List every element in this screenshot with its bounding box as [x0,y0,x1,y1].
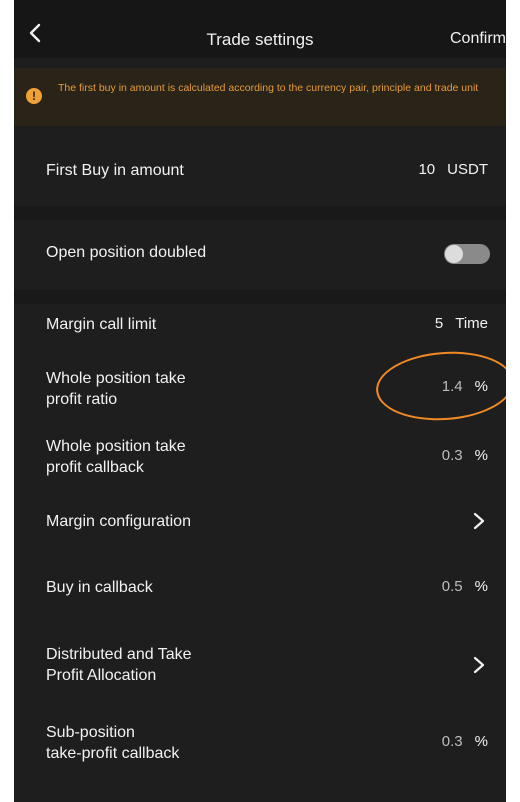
exclamation-icon: ! [26,88,42,104]
margin-configuration-label: Margin configuration [46,513,191,530]
whole-tp-callback-label: Whole position take profit callback [46,436,186,478]
whole-tp-callback-amount: 0.3 [441,447,463,464]
first-buy-value[interactable]: 10 USDT [418,161,488,178]
distributed-tp-label: Distributed and Take Profit Allocation [46,644,192,686]
header-bar: Trade settings Confirm [14,0,506,58]
sub-position-value[interactable]: 0.3% [442,733,488,750]
sub-position-label: Sub-position take-profit callback [46,722,179,764]
buy-in-callback-amount: 0.5 [441,578,463,595]
open-position-doubled-label: Open position doubled [46,244,207,261]
buy-in-callback-label: Buy in callback [46,579,153,596]
notice-banner: ! The first buy in amount is calculated … [14,68,506,126]
distributed-tp-label-line1: Distributed and Take [46,646,192,663]
notice-text: The first buy in amount is calculated ac… [58,82,479,94]
first-buy-unit: USDT [447,161,488,178]
whole-tp-ratio-label: Whole position take profit ratio [46,368,186,410]
whole-tp-callback-unit: % [474,447,488,464]
section-divider [14,206,506,220]
sub-position-label-line1: Sub-position [46,724,135,741]
margin-call-limit-value[interactable]: 5 Time [435,315,488,332]
whole-tp-callback-value[interactable]: 0.3% [442,447,488,464]
whole-tp-ratio-label-line1: Whole position take [46,370,186,387]
sub-position-unit: % [474,733,488,750]
whole-tp-ratio-row[interactable]: Whole position take profit ratio 1.4% [14,362,506,410]
buy-in-callback-unit: % [474,578,488,595]
trade-settings-screen: Trade settings Confirm ! The first buy i… [14,0,506,802]
confirm-button[interactable]: Confirm [450,30,506,48]
margin-call-limit-unit: Time [455,315,488,332]
whole-tp-callback-label-line1: Whole position take [46,438,186,455]
page-title: Trade settings [206,30,314,49]
toggle-knob [445,245,463,263]
chevron-right-icon [473,656,485,674]
whole-tp-ratio-amount: 1.4 [441,378,463,395]
whole-tp-callback-row[interactable]: Whole position take profit callback 0.3% [14,430,506,478]
margin-call-limit-amount: 5 [434,315,444,332]
buy-in-callback-value[interactable]: 0.5% [442,578,488,595]
distributed-tp-label-line2: Profit Allocation [46,667,157,684]
margin-configuration-row[interactable]: Margin configuration [14,498,506,546]
whole-tp-ratio-value[interactable]: 1.4% [442,378,488,395]
whole-tp-ratio-unit: % [474,378,488,395]
sub-position-row[interactable]: Sub-position take-profit callback 0.3% [14,720,506,768]
distributed-tp-row[interactable]: Distributed and Take Profit Allocation [14,640,506,688]
sub-position-label-line2: take-profit callback [46,745,180,762]
whole-tp-ratio-label-line2: profit ratio [46,391,118,408]
margin-call-limit-label: Margin call limit [46,316,157,333]
margin-call-limit-row[interactable]: Margin call limit 5 Time [14,304,506,348]
open-position-doubled-toggle[interactable] [444,244,490,264]
first-buy-row[interactable]: First Buy in amount 10 USDT [14,136,506,206]
section-divider [14,290,506,304]
sub-position-amount: 0.3 [441,733,463,750]
first-buy-amount: 10 [418,161,436,178]
whole-tp-callback-label-line2: profit callback [46,459,144,476]
chevron-right-icon [473,512,485,530]
buy-in-callback-row[interactable]: Buy in callback 0.5% [14,566,506,610]
first-buy-label: First Buy in amount [46,162,184,179]
open-position-doubled-row: Open position doubled [14,220,506,290]
